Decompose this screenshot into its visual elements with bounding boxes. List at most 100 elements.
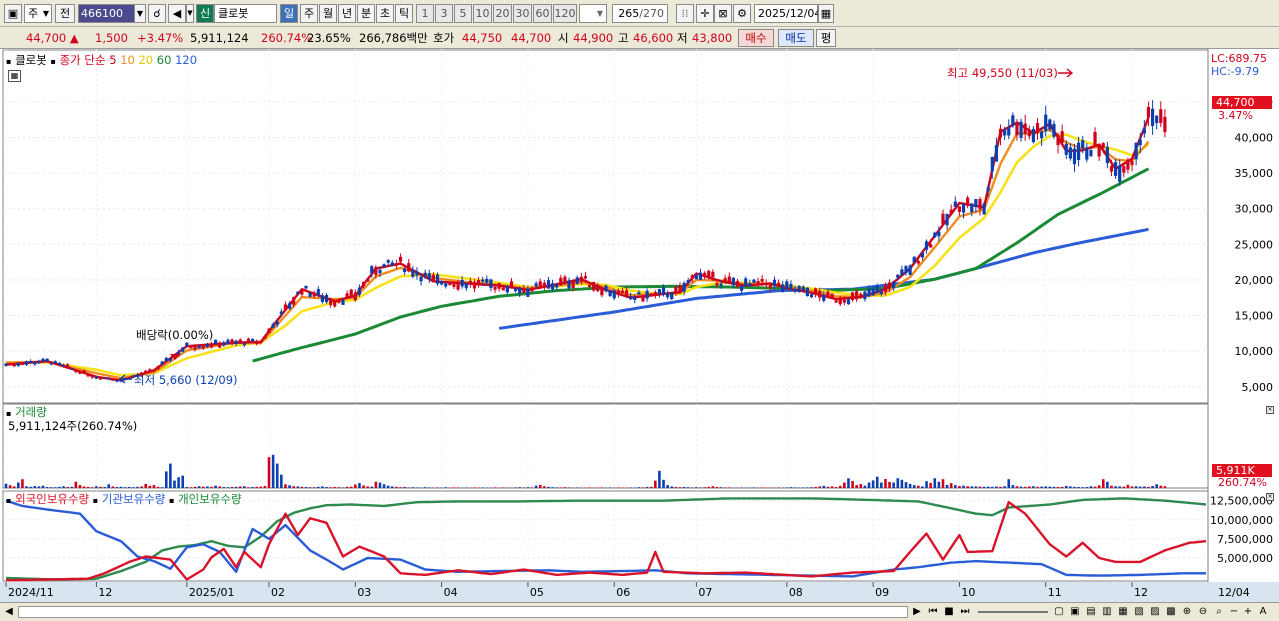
code-dropdown-icon[interactable]: ▼ bbox=[134, 4, 146, 23]
layout-2-icon[interactable]: ▣ bbox=[1068, 604, 1082, 620]
candle-type-icon[interactable]: ⁞⁞ bbox=[676, 4, 694, 23]
candle-body bbox=[1150, 108, 1155, 127]
candle-body bbox=[197, 345, 201, 349]
volume-bar bbox=[1097, 485, 1101, 488]
layout-1-icon[interactable]: ▢ bbox=[1052, 604, 1066, 620]
candle-body bbox=[53, 361, 57, 364]
volume-bar bbox=[1011, 485, 1015, 488]
chart-menu-icon[interactable]: ▣ bbox=[4, 4, 22, 23]
jeon-button[interactable]: 전 bbox=[55, 4, 75, 23]
layout-8-icon[interactable]: ▩ bbox=[1164, 604, 1178, 620]
candle-body bbox=[8, 363, 12, 365]
minute-3-button[interactable]: 3 bbox=[435, 4, 453, 23]
sin-badge[interactable]: 신 bbox=[196, 4, 214, 23]
scroll-track[interactable] bbox=[18, 606, 908, 618]
scroll-left-icon[interactable]: ◀ bbox=[2, 604, 16, 620]
layout-4-icon[interactable]: ▥ bbox=[1100, 604, 1114, 620]
volume-close-icon[interactable]: × bbox=[1266, 406, 1274, 414]
volume-bar bbox=[818, 486, 821, 488]
volume-bar bbox=[1163, 486, 1167, 488]
buy-button[interactable]: 매수 bbox=[738, 29, 774, 47]
layout-6-icon[interactable]: ▧ bbox=[1132, 604, 1146, 620]
period-year-button[interactable]: 년 bbox=[338, 4, 356, 23]
shrink-icon[interactable]: ⊖ bbox=[1196, 604, 1210, 620]
volume-bar bbox=[1060, 486, 1064, 488]
period-day-button[interactable]: 일 bbox=[280, 4, 298, 23]
data-count-field[interactable]: 265/270 bbox=[612, 4, 668, 23]
volume-bar bbox=[522, 487, 526, 488]
minute-60-button[interactable]: 60 bbox=[533, 4, 552, 23]
font-size-icon[interactable]: A bbox=[1256, 604, 1270, 620]
date-field[interactable]: 2025/12/04 bbox=[754, 4, 821, 23]
volume-bar bbox=[1110, 485, 1113, 488]
first-page-icon[interactable]: ⏮ bbox=[926, 604, 940, 620]
volume-bar bbox=[1126, 484, 1130, 488]
layout-5-icon[interactable]: ▦ bbox=[1116, 604, 1130, 620]
expand-icon[interactable]: ⊕ bbox=[1180, 604, 1194, 620]
volume-bar bbox=[678, 487, 682, 488]
period-month-button[interactable]: 월 bbox=[319, 4, 337, 23]
chart-area[interactable]: 45,00040,00035,00030,00025,00020,00015,0… bbox=[0, 49, 1279, 602]
zoom-in-icon[interactable]: + bbox=[1242, 604, 1254, 620]
minute-30-button[interactable]: 30 bbox=[513, 4, 532, 23]
minute-120-button[interactable]: 120 bbox=[553, 4, 577, 23]
sell-button[interactable]: 매도 bbox=[778, 29, 814, 47]
low-label: 저 bbox=[677, 31, 688, 45]
zoom-slider[interactable] bbox=[978, 611, 1048, 613]
time-axis-label: 06 bbox=[616, 586, 630, 599]
market-select[interactable]: 주 ▼ bbox=[24, 4, 52, 23]
chart-table-icon[interactable]: ▦ bbox=[8, 70, 21, 82]
search-icon[interactable]: ☌ bbox=[148, 4, 166, 23]
stock-name-field[interactable]: 클로봇 bbox=[214, 4, 277, 23]
period-week-button[interactable]: 주 bbox=[300, 4, 318, 23]
time-axis-label: 03 bbox=[357, 586, 371, 599]
period-minute-button[interactable]: 분 bbox=[357, 4, 375, 23]
layout-3-icon[interactable]: ▤ bbox=[1084, 604, 1098, 620]
period-tick-button[interactable]: 틱 bbox=[395, 4, 413, 23]
volume-bar bbox=[1044, 486, 1048, 488]
price-tick-label: 15,000 bbox=[1235, 310, 1274, 323]
high-arrow bbox=[1058, 68, 1074, 78]
volume-bar bbox=[760, 487, 764, 488]
gear-icon[interactable]: ⚙ bbox=[733, 4, 751, 23]
volume-bar bbox=[801, 487, 805, 488]
candle-body bbox=[481, 279, 485, 282]
minute-20-button[interactable]: 20 bbox=[493, 4, 512, 23]
minute-5-button[interactable]: 5 bbox=[454, 4, 472, 23]
layout-7-icon[interactable]: ▨ bbox=[1148, 604, 1162, 620]
legend-institution: 기관보유수량 bbox=[101, 492, 166, 506]
eval-button[interactable]: 평 bbox=[816, 29, 836, 47]
draw-tool-icon[interactable]: ⊠ bbox=[714, 4, 732, 23]
period-second-button[interactable]: 초 bbox=[376, 4, 394, 23]
candle-body bbox=[1142, 128, 1146, 134]
crosshair-icon[interactable]: ✛ bbox=[696, 4, 714, 23]
volume-bar bbox=[851, 480, 854, 488]
speaker-dropdown-icon[interactable]: ▼ bbox=[186, 4, 194, 23]
zoom-out-icon[interactable]: − bbox=[1228, 604, 1240, 620]
legend-box-icon: ▪ bbox=[6, 409, 12, 418]
scroll-right-icon[interactable]: ▶ bbox=[910, 604, 924, 620]
volume-bar bbox=[280, 474, 283, 488]
chart-canvas[interactable]: 45,00040,00035,00030,00025,00020,00015,0… bbox=[0, 49, 1279, 602]
stop-icon[interactable]: ■ bbox=[942, 604, 956, 620]
zoom-icon[interactable]: ⌕ bbox=[1212, 604, 1226, 620]
stock-code-input[interactable]: 466100 bbox=[78, 4, 136, 23]
chart-scrollbar[interactable]: ◀ ▶ ⏮ ■ ⏭ ▢ ▣ ▤ ▥ ▦ ▧ ▨ ▩ ⊕ ⊖ ⌕ − + A bbox=[0, 602, 1279, 621]
candle-body bbox=[772, 279, 777, 287]
holdings-close-icon[interactable]: × bbox=[1266, 493, 1274, 501]
candle-body bbox=[1077, 142, 1081, 161]
custom-period-select[interactable]: ▼ bbox=[579, 4, 607, 23]
time-axis-label: 2024/11 bbox=[8, 586, 54, 599]
volume-bar bbox=[1048, 486, 1052, 488]
candle-body bbox=[781, 284, 785, 292]
minute-1-button[interactable]: 1 bbox=[416, 4, 434, 23]
candle-body bbox=[863, 291, 867, 300]
minute-10-button[interactable]: 10 bbox=[473, 4, 492, 23]
last-page-icon[interactable]: ⏭ bbox=[958, 604, 972, 620]
speaker-icon[interactable]: ◀ bbox=[168, 4, 186, 23]
open-price: 44,900 bbox=[573, 31, 614, 45]
volume-value: 5,911,124 bbox=[190, 31, 249, 45]
open-label: 시 bbox=[558, 31, 569, 45]
candle-body bbox=[974, 199, 978, 208]
calendar-icon[interactable]: ▦ bbox=[818, 4, 834, 23]
